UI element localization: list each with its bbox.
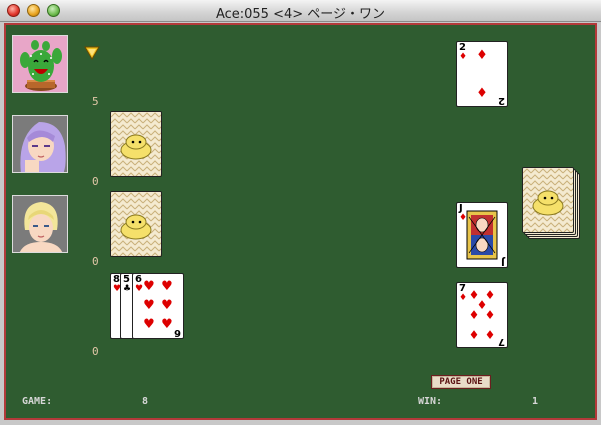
hand-card-3[interactable]: 6 ♥ ♥ ♥ ♥ ♥ ♥ ♥ 6 [132,273,184,339]
hand-card-2-suit: ♣ [123,284,132,294]
game-label: GAME: [22,396,53,407]
table-card-seven-diamonds: 7 ♦ ♦ ♦ ♦ ♦ ♦ ♦ ♦ 7 [456,282,508,348]
svg-text:♥: ♥ [161,317,173,332]
game-table: 5 0 0 0 8 ♥ 5 ♣ 6 ♥ ♥ ♥ ♥ ♥ ♥ ♥ 6 2 ♦ ♦ … [4,23,597,420]
table-card-two-diamonds: 2 ♦ ♦ ♦ 2 [456,41,508,107]
avatar-cactus [12,35,68,93]
win-value: 1 [532,396,539,407]
table-card-2-rank-bottom: J [501,256,505,267]
win-label: WIN: [418,396,443,407]
opponent-purple-card-back [110,111,162,177]
title-bar[interactable]: Ace:055 <4> ページ・ワン [0,0,601,22]
svg-text:♦: ♦ [476,86,488,101]
svg-text:♦: ♦ [485,308,496,322]
draw-pile[interactable] [522,167,574,233]
game-window: Ace:055 <4> ページ・ワン 5 0 0 0 8 ♥ 5 ♣ 6 ♥ ♥… [0,0,601,425]
game-value: 8 [142,396,149,407]
player-blonde-count: 0 [92,255,99,268]
player-self-count: 0 [92,345,99,358]
svg-text:♦: ♦ [469,328,480,342]
svg-text:♦: ♦ [469,308,480,322]
jack-face-icon [466,210,498,260]
table-card-3-rank-bottom: 7 [498,336,505,347]
page-one-button[interactable]: PAGE ONE [431,375,491,389]
avatar-purple-hair [12,115,68,173]
svg-text:♥: ♥ [143,279,155,294]
svg-text:♦: ♦ [476,48,488,63]
avatar-blonde [12,195,68,253]
table-card-1-rank-bottom: 2 [498,95,505,106]
svg-text:♥: ♥ [161,279,173,294]
svg-text:♥: ♥ [161,298,173,313]
svg-text:♦: ♦ [485,328,496,342]
svg-text:♥: ♥ [143,317,155,332]
svg-text:♥: ♥ [143,298,155,313]
window-title: Ace:055 <4> ページ・ワン [215,7,386,22]
turn-marker-icon [84,46,100,60]
table-card-jack-diamonds: J ♦ J [456,202,508,268]
opponent-blonde-card-back [110,191,162,257]
hand-card-3-rank-bottom: 6 [174,327,181,338]
player-cactus-count: 5 [92,95,99,108]
player-purple-hair-count: 0 [92,175,99,188]
